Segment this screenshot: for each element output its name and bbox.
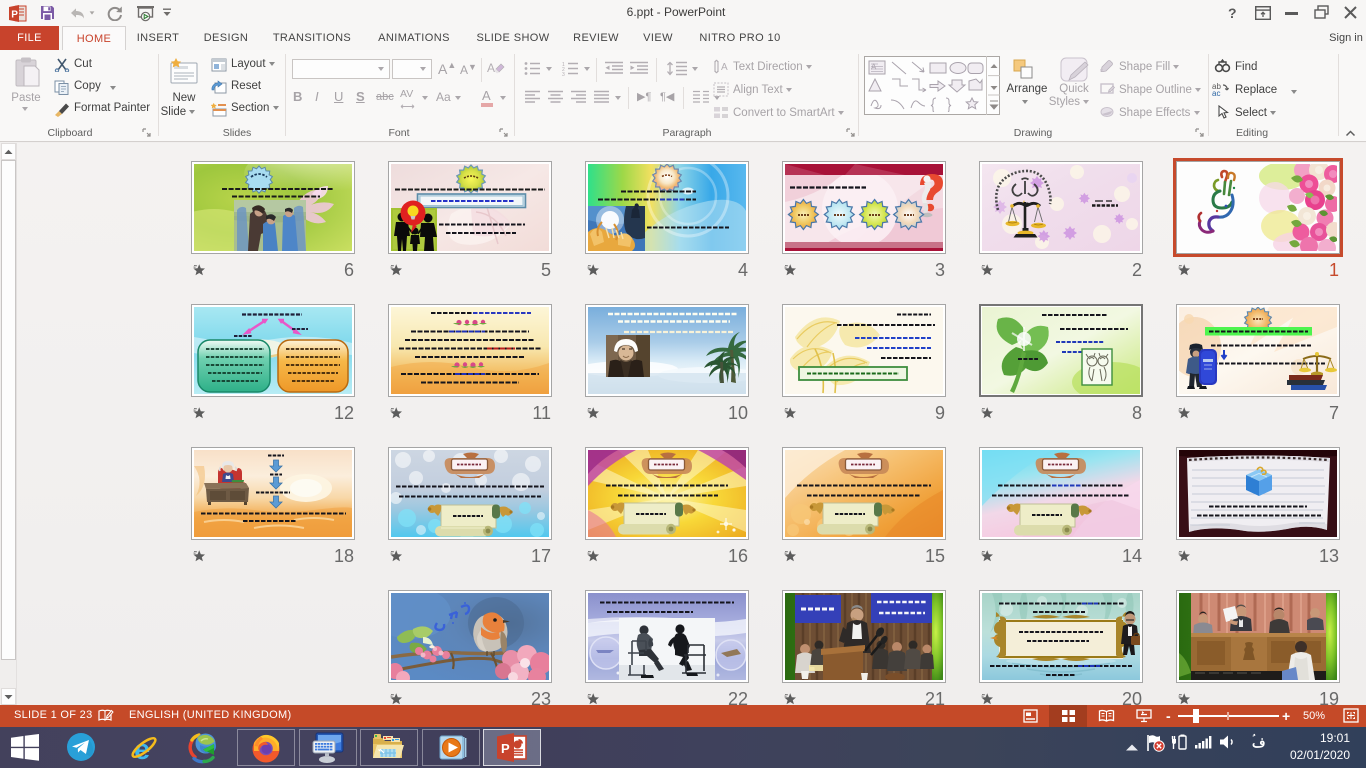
svg-text:A: A [487,61,495,75]
svg-text:A: A [871,63,877,72]
svg-text:?: ? [1228,5,1237,21]
svg-text:P: P [501,741,510,756]
svg-text:A: A [721,62,728,73]
svg-text:ac: ac [1212,89,1220,96]
svg-text:3: 3 [562,72,565,76]
